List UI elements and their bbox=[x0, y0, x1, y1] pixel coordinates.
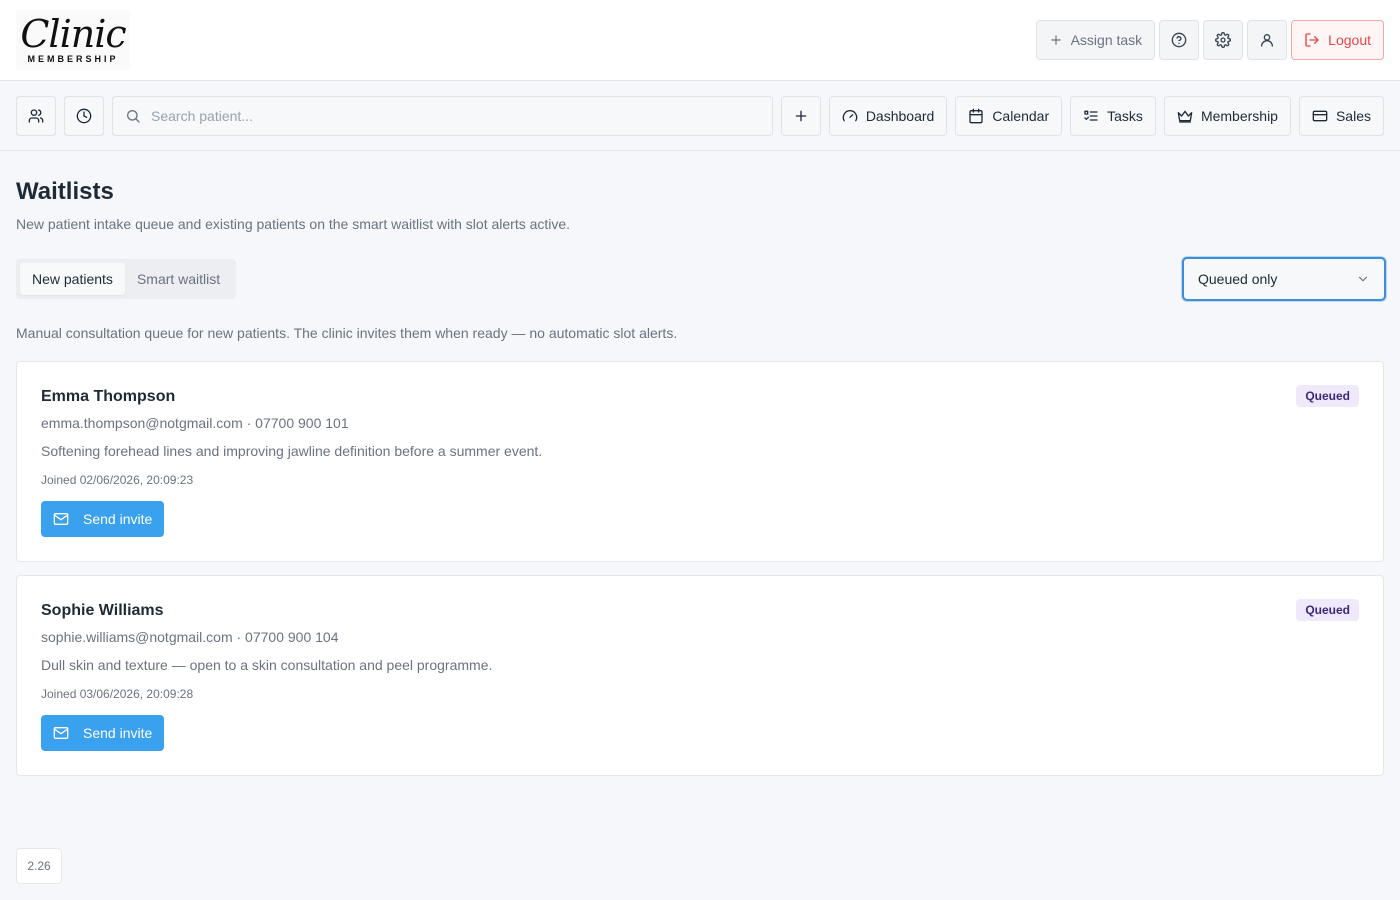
nav-dashboard[interactable]: Dashboard bbox=[828, 95, 948, 136]
clock-icon bbox=[76, 108, 92, 124]
credit-card-icon bbox=[1312, 108, 1328, 124]
patients-button[interactable] bbox=[16, 95, 56, 136]
version-badge: 2.26 bbox=[16, 848, 62, 884]
crown-icon bbox=[1177, 108, 1193, 124]
help-circle-icon bbox=[1171, 32, 1187, 48]
status-filter-value: Queued only bbox=[1198, 271, 1278, 287]
calendar-icon bbox=[968, 108, 984, 124]
add-button[interactable] bbox=[780, 95, 821, 136]
list-checks-icon bbox=[1083, 108, 1099, 124]
top-actions: Assign task Logout bbox=[1035, 20, 1384, 60]
settings-button[interactable] bbox=[1203, 20, 1244, 60]
nav-dashboard-label: Dashboard bbox=[865, 107, 935, 124]
tab-smart-waitlist[interactable]: Smart waitlist bbox=[125, 263, 232, 295]
help-button[interactable] bbox=[1159, 20, 1200, 60]
patient-name: Emma Thompson bbox=[41, 388, 176, 405]
patient-joined: Joined 02/06/2026, 20:09:23 bbox=[41, 473, 194, 487]
search-icon bbox=[125, 108, 141, 124]
nav-tasks-label: Tasks bbox=[1107, 107, 1143, 124]
patient-card: Sophie Williams Queued sophie.williams@n… bbox=[16, 575, 1384, 776]
gear-icon bbox=[1215, 32, 1232, 48]
send-invite-button[interactable]: Send invite bbox=[41, 501, 165, 537]
chevron-down-icon bbox=[1356, 272, 1370, 286]
patient-card: Emma Thompson Queued emma.thompson@notgm… bbox=[16, 361, 1384, 562]
tabs-row: New patients Smart waitlist Queued only bbox=[16, 257, 1386, 301]
top-bar: Clinic MEMBERSHIP Assign task Logout bbox=[0, 0, 1400, 81]
assign-task-label: Assign task bbox=[1070, 32, 1143, 48]
page-title: Waitlists bbox=[16, 178, 114, 205]
users-icon bbox=[28, 108, 44, 124]
nav-tasks[interactable]: Tasks bbox=[1070, 95, 1156, 136]
assign-task-button[interactable]: Assign task bbox=[1035, 20, 1156, 60]
logo-subtitle: MEMBERSHIP bbox=[27, 54, 119, 64]
plus-icon bbox=[1049, 33, 1063, 47]
logout-icon bbox=[1304, 32, 1320, 48]
profile-button[interactable] bbox=[1247, 20, 1288, 60]
logo-script: Clinic bbox=[20, 12, 126, 56]
tab-new-patients[interactable]: New patients bbox=[20, 263, 125, 295]
patient-name: Sophie Williams bbox=[41, 602, 164, 619]
mail-icon bbox=[53, 511, 69, 527]
nav-membership-label: Membership bbox=[1200, 107, 1278, 124]
logout-button[interactable]: Logout bbox=[1291, 20, 1384, 60]
logout-label: Logout bbox=[1328, 32, 1371, 48]
nav-membership[interactable]: Membership bbox=[1163, 95, 1291, 136]
patient-note: Dull skin and texture — open to a skin c… bbox=[41, 657, 493, 673]
search-input[interactable] bbox=[151, 107, 760, 124]
search-box[interactable] bbox=[112, 95, 773, 136]
gauge-icon bbox=[842, 108, 858, 124]
nav-sales[interactable]: Sales bbox=[1298, 95, 1384, 136]
mail-icon bbox=[53, 725, 69, 741]
waitlist-tabs: New patients Smart waitlist bbox=[16, 259, 237, 299]
patient-joined: Joined 03/06/2026, 20:09:28 bbox=[41, 687, 194, 701]
status-badge: Queued bbox=[1296, 599, 1359, 621]
section-note: Manual consultation queue for new patien… bbox=[16, 325, 678, 341]
nav-sales-label: Sales bbox=[1335, 107, 1371, 124]
main-content: Waitlists New patient intake queue and e… bbox=[0, 178, 1400, 776]
send-invite-label: Send invite bbox=[83, 511, 153, 527]
user-icon bbox=[1259, 32, 1275, 48]
nav-calendar[interactable]: Calendar bbox=[955, 95, 1063, 136]
plus-icon bbox=[793, 108, 809, 124]
page-subtitle: New patient intake queue and existing pa… bbox=[16, 216, 571, 232]
nav-bar: Dashboard Calendar Tasks Membership Sale… bbox=[0, 81, 1400, 151]
clinic-logo[interactable]: Clinic MEMBERSHIP bbox=[16, 10, 130, 70]
patient-contact: sophie.williams@notgmail.com · 07700 900… bbox=[41, 629, 339, 645]
patient-contact: emma.thompson@notgmail.com · 07700 900 1… bbox=[41, 415, 349, 431]
status-filter-select[interactable]: Queued only bbox=[1182, 257, 1386, 301]
history-button[interactable] bbox=[64, 95, 104, 136]
nav-calendar-label: Calendar bbox=[992, 107, 1050, 124]
patient-note: Softening forehead lines and improving j… bbox=[41, 443, 543, 459]
send-invite-label: Send invite bbox=[83, 725, 153, 741]
send-invite-button[interactable]: Send invite bbox=[41, 715, 165, 751]
status-badge: Queued bbox=[1296, 385, 1359, 407]
